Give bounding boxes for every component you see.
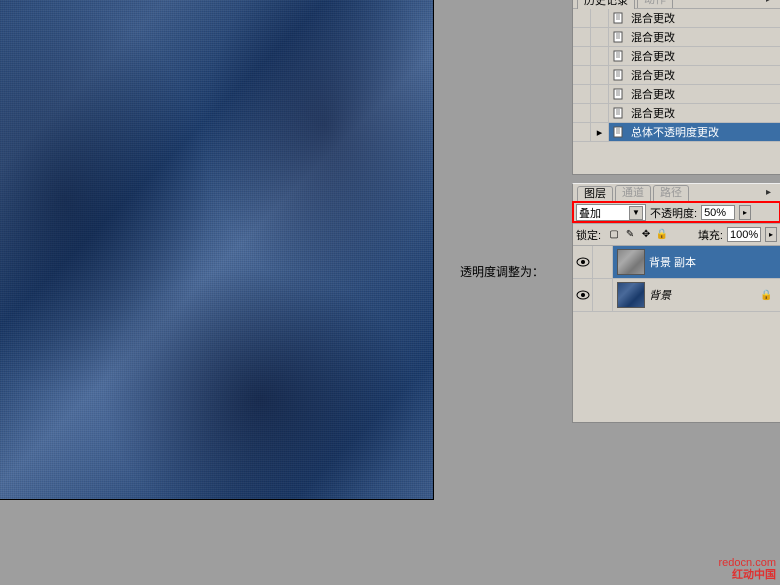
tab-layers[interactable]: 图层 [577,186,613,202]
visibility-toggle[interactable] [573,246,593,278]
layer-thumbnail[interactable] [617,282,645,308]
lock-position-icon[interactable]: ✥ [639,228,653,242]
history-step-icon [609,123,627,141]
fill-label: 填充: [698,227,723,243]
history-step-icon [609,47,627,65]
lock-fill-row: 锁定: ▢ ✎ ✥ 🔒 填充: ▸ [573,224,780,246]
link-column[interactable] [593,246,613,278]
history-item-label: 混合更改 [627,105,675,121]
history-item[interactable]: 混合更改 [573,66,780,85]
history-item[interactable]: 混合更改 [573,47,780,66]
watermark: redocn.com 红动中国 [719,557,776,581]
annotation-text: 透明度调整为： [460,263,544,280]
layer-thumbnail[interactable] [617,249,645,275]
layers-tabs: 图层 通道 路径 [573,184,780,202]
history-item-label: 混合更改 [627,10,675,26]
lock-icon: 🔒 [760,290,774,301]
panel-menu-icon[interactable] [766,0,778,5]
layers-panel: 图层 通道 路径 叠加 ▼ 不透明度: ▸ 锁定: ▢ ✎ ✥ 🔒 填充: ▸ [572,183,780,423]
opacity-stepper[interactable]: ▸ [739,205,751,220]
watermark-cn: 红动中国 [732,569,776,581]
history-item[interactable]: 混合更改 [573,104,780,123]
history-item-label: 总体不透明度更改 [627,124,719,140]
tab-channels[interactable]: 通道 [615,185,651,201]
document-canvas[interactable] [0,0,434,500]
history-item[interactable]: ▸ 总体不透明度更改 [573,123,780,142]
blend-opacity-row: 叠加 ▼ 不透明度: ▸ [573,202,780,224]
visibility-toggle[interactable] [573,279,593,311]
lock-pixels-icon[interactable]: ✎ [623,228,637,242]
history-item-label: 混合更改 [627,48,675,64]
layer-name[interactable]: 背景 [649,287,760,303]
tab-history[interactable]: 历史记录 [577,0,635,9]
history-item[interactable]: 混合更改 [573,9,780,28]
history-step-icon [609,85,627,103]
history-item[interactable]: 混合更改 [573,28,780,47]
panel-menu-icon[interactable] [766,186,778,198]
history-step-icon [609,104,627,122]
layer-name[interactable]: 背景 副本 [649,254,780,270]
opacity-input[interactable] [701,205,735,220]
lock-transparency-icon[interactable]: ▢ [607,228,621,242]
history-step-icon [609,66,627,84]
blend-mode-value: 叠加 [579,205,601,221]
history-item[interactable]: 混合更改 [573,85,780,104]
eye-icon [576,257,590,267]
fill-stepper[interactable]: ▸ [765,227,777,242]
history-item-label: 混合更改 [627,29,675,45]
eye-icon [576,290,590,300]
history-step-icon [609,28,627,46]
history-step-icon [609,9,627,27]
history-item-label: 混合更改 [627,67,675,83]
lock-all-icon[interactable]: 🔒 [655,228,669,242]
blend-mode-select[interactable]: 叠加 ▼ [576,204,646,221]
watermark-url: redocn.com [719,557,776,569]
lock-label: 锁定: [576,227,601,243]
opacity-label: 不透明度: [650,205,697,221]
layer-list: 背景 副本 背景 🔒 [573,246,780,422]
layer-row[interactable]: 背景 🔒 [573,279,780,312]
tab-paths[interactable]: 路径 [653,185,689,201]
history-list: 混合更改 混合更改 混合更改 混合更改 混合更改 混合更改 ▸ [573,9,780,174]
tab-actions[interactable]: 动作 [637,0,673,8]
layer-row[interactable]: 背景 副本 [573,246,780,279]
history-tabs: 历史记录 动作 [573,0,780,9]
fill-input[interactable] [727,227,761,242]
history-item-label: 混合更改 [627,86,675,102]
link-column[interactable] [593,279,613,311]
history-panel: – × 历史记录 动作 混合更改 混合更改 混合更改 混合更改 [572,0,780,175]
chevron-down-icon: ▼ [629,206,643,220]
